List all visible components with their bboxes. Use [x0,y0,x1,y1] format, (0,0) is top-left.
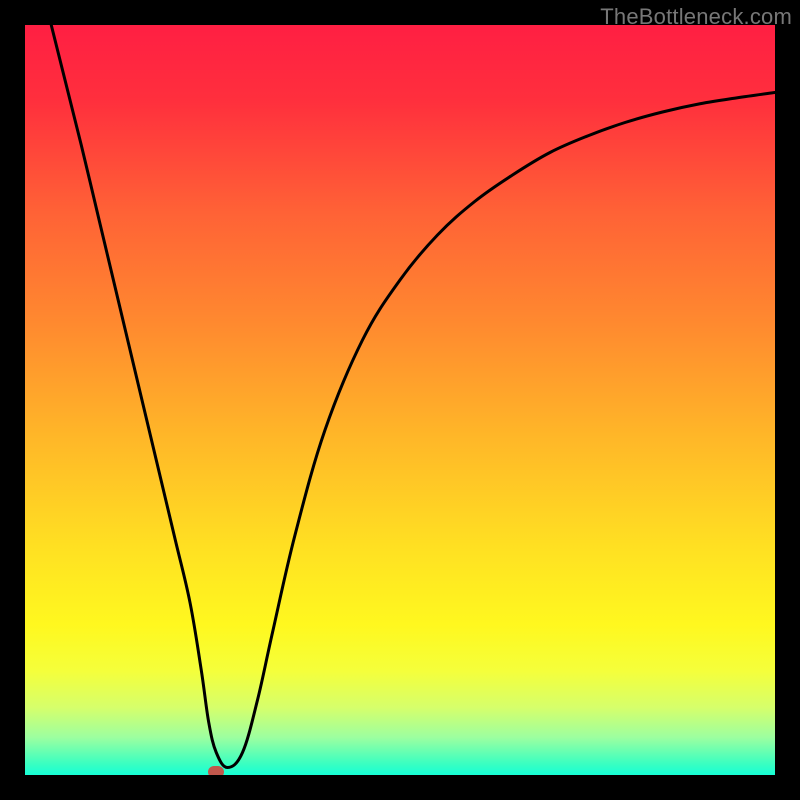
watermark-text: TheBottleneck.com [600,4,792,30]
plot-area [25,25,775,775]
chart-frame: TheBottleneck.com [0,0,800,800]
bottleneck-curve [51,25,775,768]
optimal-point-marker [208,766,224,775]
curve-layer [25,25,775,775]
